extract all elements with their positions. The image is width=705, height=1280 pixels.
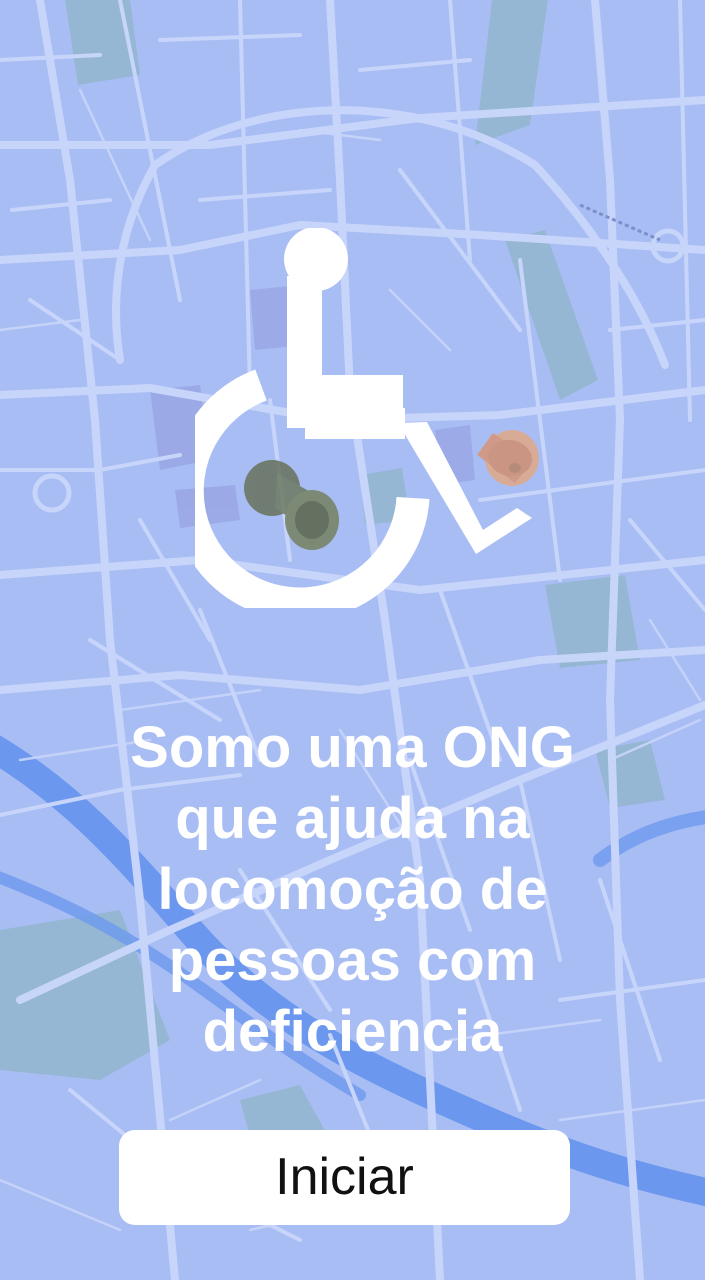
- intro-tagline: Somo uma ONG que ajuda na locomoção de p…: [130, 715, 575, 1064]
- pink-pushpin-icon: [477, 430, 539, 486]
- dark-pushpin-icon: [244, 460, 339, 550]
- start-button[interactable]: Iniciar: [119, 1130, 570, 1225]
- wheelchair-accessibility-icon: [195, 228, 539, 608]
- city-map-background: [0, 0, 705, 1280]
- wheelchair-symbol: [195, 228, 532, 608]
- onboarding-screen: Somo uma ONG que ajuda na locomoção de p…: [0, 0, 705, 1280]
